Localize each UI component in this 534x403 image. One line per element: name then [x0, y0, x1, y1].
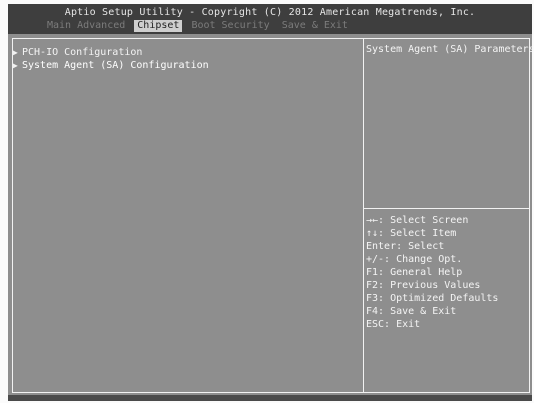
key-save-exit: F4: Save & Exit: [366, 306, 457, 317]
tab-chipset[interactable]: Chipset: [134, 20, 183, 32]
submenu-arrow-icon: ▶: [13, 48, 18, 57]
help-pane: System Agent (SA) Parameters →←: Select …: [363, 38, 532, 393]
key-select-item: ↑↓: Select Item: [366, 228, 457, 239]
utility-title: Aptio Setup Utility - Copyright (C) 2012…: [64, 7, 476, 18]
key-general-help: F1: General Help: [366, 267, 463, 278]
key-select-screen: →←: Select Screen: [366, 215, 469, 226]
key-previous-values: F2: Previous Values: [366, 280, 481, 291]
menu-item-label: PCH-IO Configuration: [22, 47, 143, 58]
menu-item-pch-io[interactable]: ▶ PCH-IO Configuration: [13, 46, 142, 59]
key-optimized-defaults: F3: Optimized Defaults: [366, 293, 499, 304]
tab-bar: Main Advanced Chipset Boot Security Save…: [44, 20, 351, 32]
help-divider: [363, 208, 529, 209]
tab-main-advanced[interactable]: Main Advanced: [44, 20, 128, 32]
bios-screen: Aptio Setup Utility - Copyright (C) 2012…: [8, 4, 532, 401]
tab-save-exit[interactable]: Save & Exit: [279, 20, 351, 32]
key-enter-select: Enter: Select: [366, 241, 445, 252]
help-text: System Agent (SA) Parameters: [366, 44, 532, 55]
submenu-arrow-icon: ▶: [13, 61, 18, 70]
menu-item-system-agent[interactable]: ▶ System Agent (SA) Configuration: [13, 59, 209, 72]
menu-item-label: System Agent (SA) Configuration: [22, 60, 209, 71]
status-bar: [8, 395, 532, 401]
key-esc-exit: ESC: Exit: [366, 319, 421, 330]
key-change-opt: +/-: Change Opt.: [366, 254, 463, 265]
tab-boot-security[interactable]: Boot Security: [188, 20, 272, 32]
key-legend: →←: Select Screen ↑↓: Select Item Enter:…: [366, 214, 498, 331]
title-bar: Aptio Setup Utility - Copyright (C) 2012…: [8, 4, 532, 34]
menu-pane: ▶ PCH-IO Configuration ▶ System Agent (S…: [12, 38, 364, 393]
